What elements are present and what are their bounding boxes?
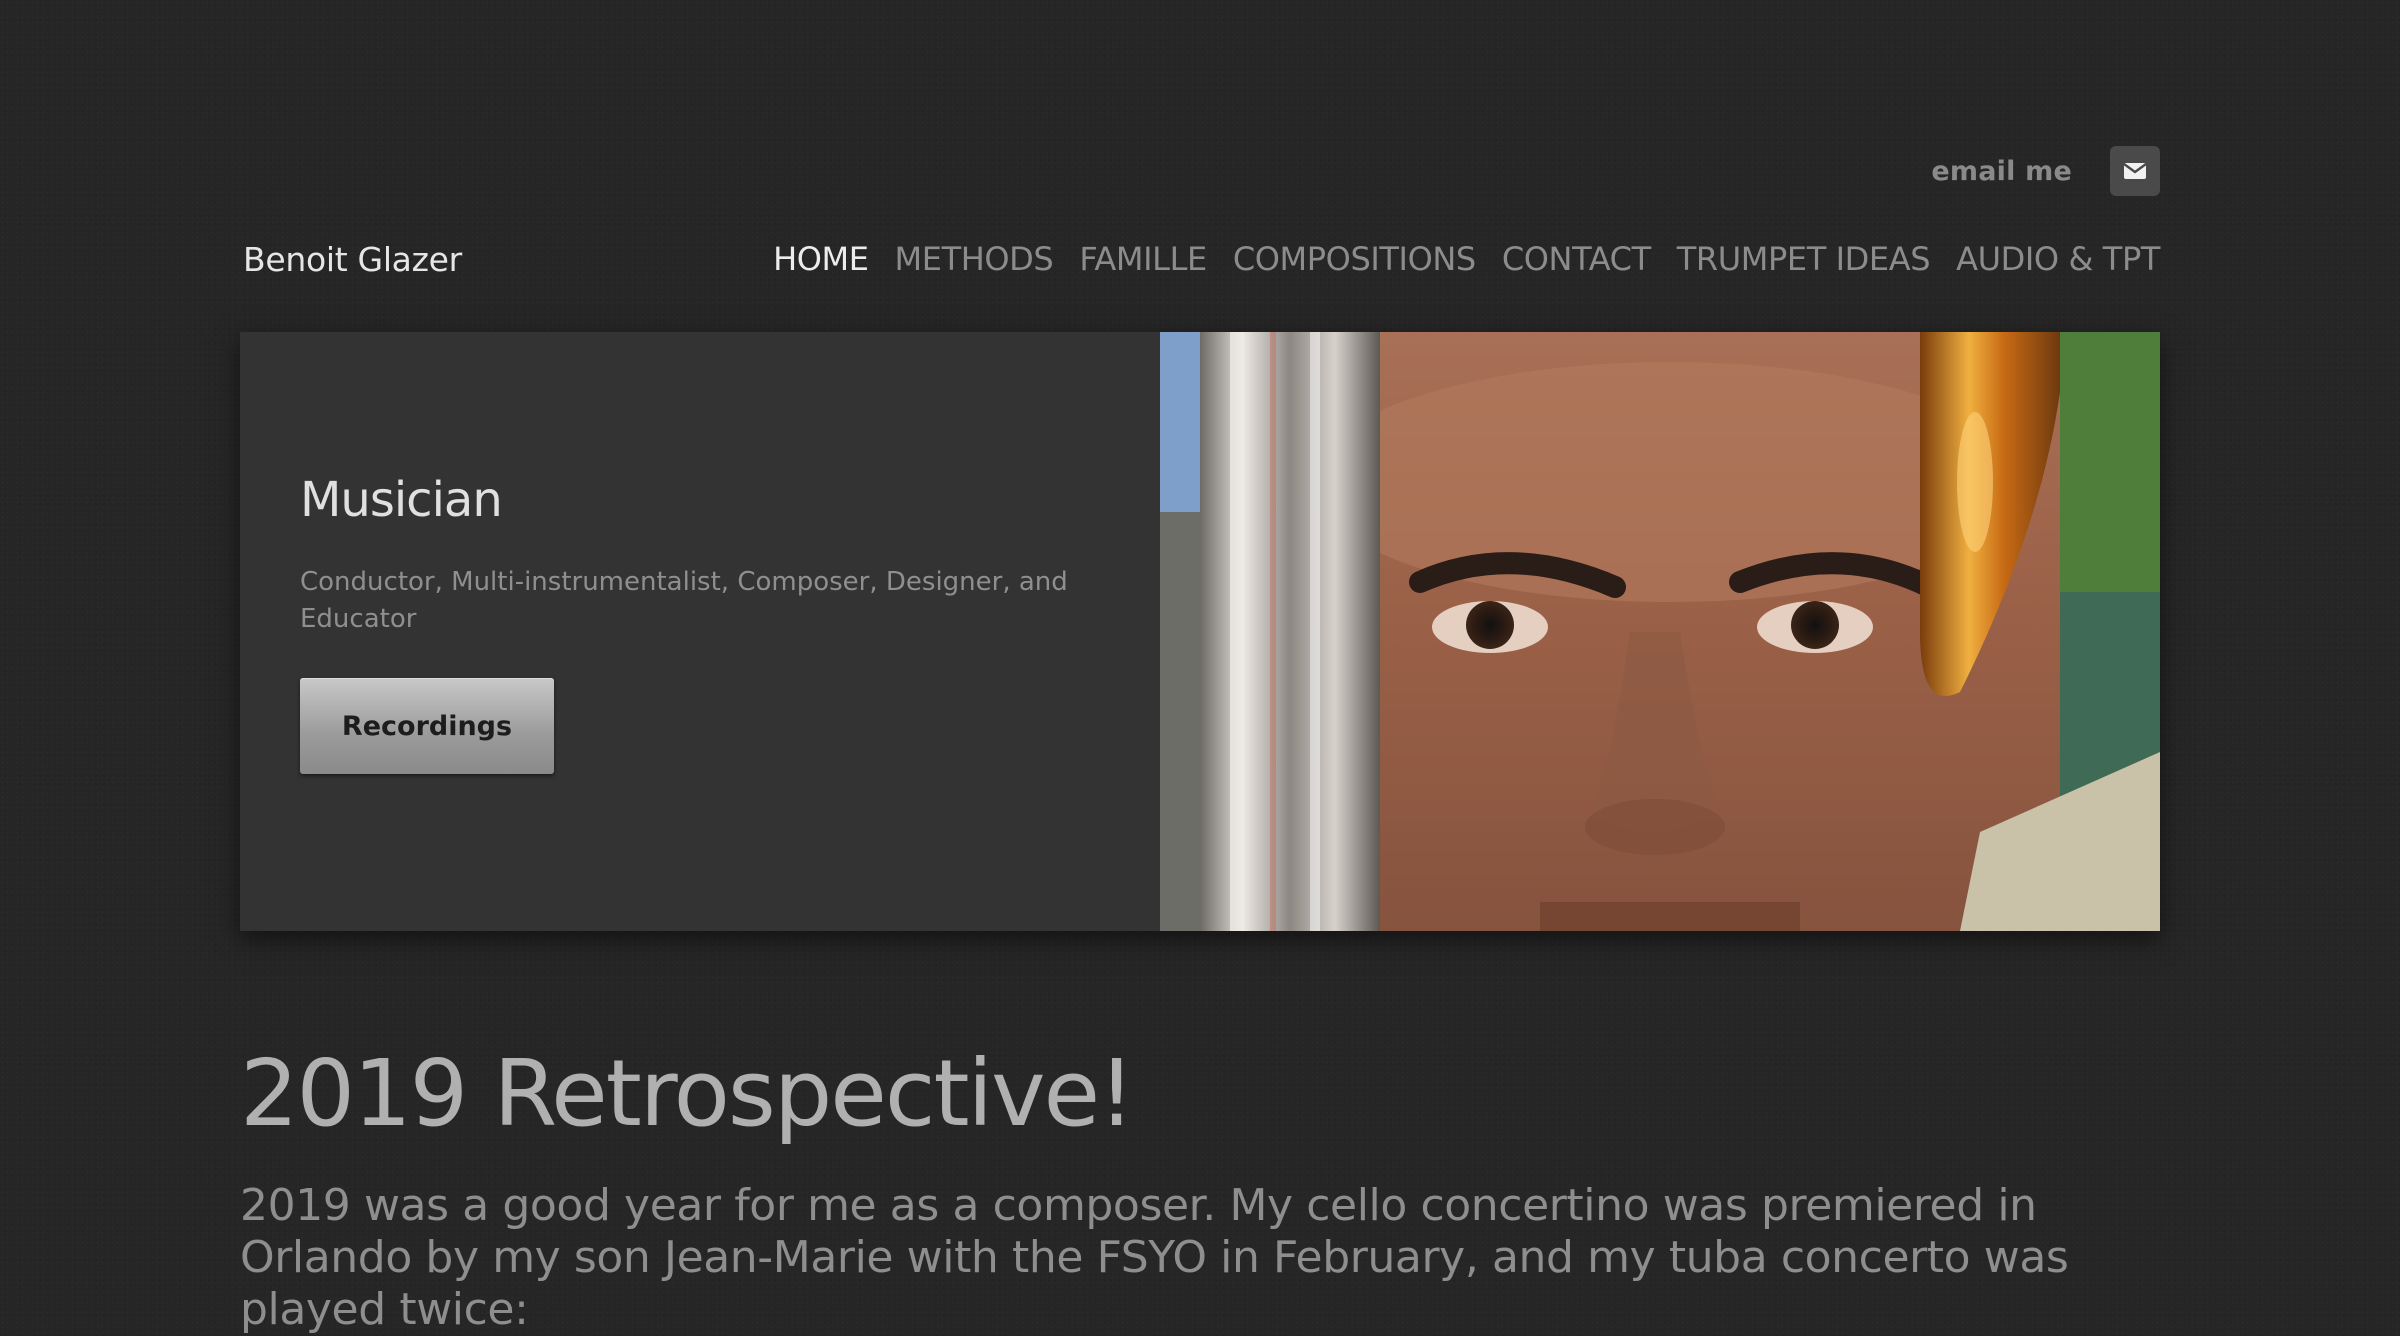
site-title[interactable]: Benoit Glazer — [243, 240, 462, 279]
article-body: 2019 was a good year for me as a compose… — [240, 1180, 2069, 1335]
nav-methods[interactable]: METHODS — [895, 240, 1054, 278]
recordings-button[interactable]: Recordings — [300, 678, 554, 774]
main-nav: HOME METHODS FAMILLE COMPOSITIONS CONTAC… — [747, 240, 2160, 278]
hero-title: Musician — [300, 472, 503, 528]
hero-banner: Musician Conductor, Multi-instrumentalis… — [240, 332, 2160, 931]
envelope-icon — [2123, 163, 2147, 179]
hero-photo — [1160, 332, 2160, 931]
nav-famille[interactable]: FAMILLE — [1079, 240, 1207, 278]
email-me-link[interactable]: email me — [1931, 156, 2072, 187]
page: email me Benoit Glazer HOME METHODS FAMI… — [240, 0, 2160, 1335]
email-row: email me — [1931, 146, 2160, 196]
email-button[interactable] — [2110, 146, 2160, 196]
article-title: 2019 Retrospective! — [240, 1040, 1135, 1147]
portrait-with-trumpets-photo — [1160, 332, 2160, 931]
nav-contact[interactable]: CONTACT — [1502, 240, 1651, 278]
nav-trumpet-ideas[interactable]: TRUMPET IDEAS — [1677, 240, 1931, 278]
nav-audio-tpt[interactable]: AUDIO & TPT — [1956, 240, 2160, 278]
nav-compositions[interactable]: COMPOSITIONS — [1233, 240, 1476, 278]
hero-text: Musician Conductor, Multi-instrumentalis… — [300, 472, 1080, 774]
nav-home[interactable]: HOME — [773, 240, 869, 278]
hero-subtitle: Conductor, Multi-instrumentalist, Compos… — [300, 567, 1068, 634]
